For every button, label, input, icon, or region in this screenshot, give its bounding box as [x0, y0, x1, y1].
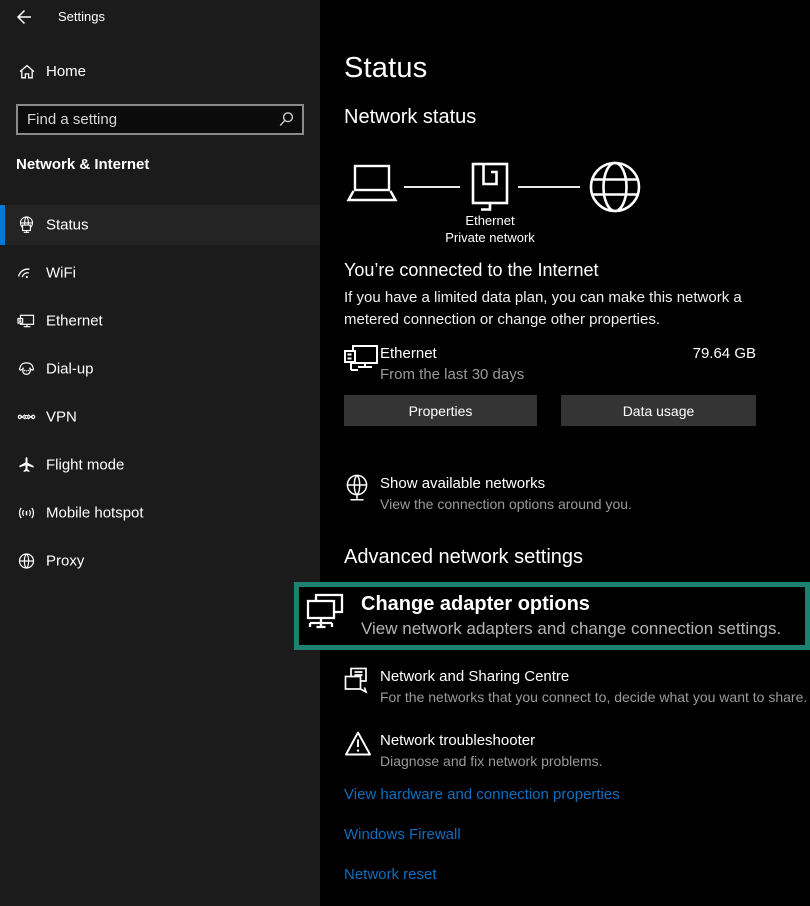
internet-globe-icon: [588, 160, 642, 214]
sharing-centre-icon[interactable]: [344, 667, 371, 694]
search-input[interactable]: [18, 106, 277, 133]
sidebar-item-proxy[interactable]: Proxy: [0, 541, 320, 581]
sidebar: Settings Home Network & Internet: [0, 0, 320, 906]
network-adapters-icon: [306, 593, 344, 639]
sidebar-item-label: Dial-up: [46, 361, 94, 378]
link-view-hardware-properties[interactable]: View hardware and connection properties: [344, 786, 620, 803]
sidebar-item-mobile-hotspot[interactable]: Mobile hotspot: [0, 493, 320, 533]
page-title: Status: [344, 52, 427, 85]
ethernet-monitor-icon: [17, 312, 36, 331]
sidebar-item-label: WiFi: [46, 265, 76, 282]
proxy-globe-icon: [17, 552, 36, 571]
sidebar-item-label: Flight mode: [46, 457, 124, 474]
sidebar-item-label: Mobile hotspot: [46, 505, 144, 522]
status-globe-icon: [17, 216, 36, 235]
settings-window: Settings Home Network & Internet: [0, 0, 810, 906]
troubleshooter-title[interactable]: Network troubleshooter: [380, 732, 535, 749]
hotspot-icon: [17, 504, 36, 523]
vpn-icon: [17, 408, 36, 427]
home-icon: [18, 63, 36, 81]
search-box: [16, 104, 304, 135]
sidebar-item-home[interactable]: Home: [0, 56, 320, 90]
usage-amount: 79.64 GB: [344, 345, 756, 362]
show-networks-subtitle: View the connection options around you.: [380, 496, 632, 512]
sidebar-item-status[interactable]: Status: [0, 205, 320, 245]
properties-button[interactable]: Properties: [344, 395, 537, 426]
sidebar-item-wifi[interactable]: WiFi: [0, 253, 320, 293]
change-adapter-options-subtitle: View network adapters and change connect…: [361, 618, 781, 639]
link-windows-firewall[interactable]: Windows Firewall: [344, 826, 461, 843]
sidebar-section-heading: Network & Internet: [16, 156, 149, 173]
diagram-network-type: Private network: [428, 230, 552, 245]
usage-period: From the last 30 days: [380, 366, 524, 383]
ethernet-plug-icon: [470, 162, 510, 212]
selection-indicator: [0, 205, 5, 245]
laptop-icon: [344, 164, 400, 208]
change-adapter-options-title: Change adapter options: [361, 593, 781, 616]
link-network-reset[interactable]: Network reset: [344, 866, 437, 883]
troubleshooter-subtitle: Diagnose and fix network problems.: [380, 753, 603, 769]
sidebar-item-label: Ethernet: [46, 313, 103, 330]
sidebar-item-flight-mode[interactable]: Flight mode: [0, 445, 320, 485]
app-title: Settings: [58, 9, 105, 24]
sidebar-item-label: Home: [46, 63, 86, 80]
connection-status-heading: You’re connected to the Internet: [344, 260, 599, 281]
back-button[interactable]: [15, 8, 33, 26]
airplane-icon: [17, 456, 36, 475]
sidebar-item-dialup[interactable]: Dial-up: [0, 349, 320, 389]
sidebar-item-label: Status: [46, 217, 89, 234]
available-networks-icon[interactable]: [344, 474, 370, 503]
advanced-settings-heading: Advanced network settings: [344, 546, 583, 569]
sidebar-item-label: Proxy: [46, 553, 84, 570]
search-icon[interactable]: [278, 111, 295, 128]
sidebar-item-vpn[interactable]: VPN: [0, 397, 320, 437]
status-page: Status Network status Ethernet: [320, 0, 810, 906]
connection-line: [518, 186, 580, 188]
sidebar-item-label: VPN: [46, 409, 77, 426]
sidebar-item-ethernet[interactable]: Ethernet: [0, 301, 320, 341]
dialup-phone-icon: [17, 360, 36, 379]
change-adapter-options-item[interactable]: Change adapter options View network adap…: [294, 582, 810, 650]
sharing-centre-title[interactable]: Network and Sharing Centre: [380, 668, 569, 685]
diagram-connection-name: Ethernet: [428, 213, 552, 228]
back-arrow-icon: [15, 8, 33, 26]
wifi-icon: [17, 264, 36, 283]
sharing-centre-subtitle: For the networks that you connect to, de…: [380, 689, 807, 705]
connection-status-body: If you have a limited data plan, you can…: [344, 287, 796, 331]
warning-triangle-icon[interactable]: [344, 730, 372, 757]
network-status-heading: Network status: [344, 106, 476, 129]
show-networks-title[interactable]: Show available networks: [380, 475, 545, 492]
data-usage-button[interactable]: Data usage: [561, 395, 756, 426]
connection-line: [404, 186, 460, 188]
